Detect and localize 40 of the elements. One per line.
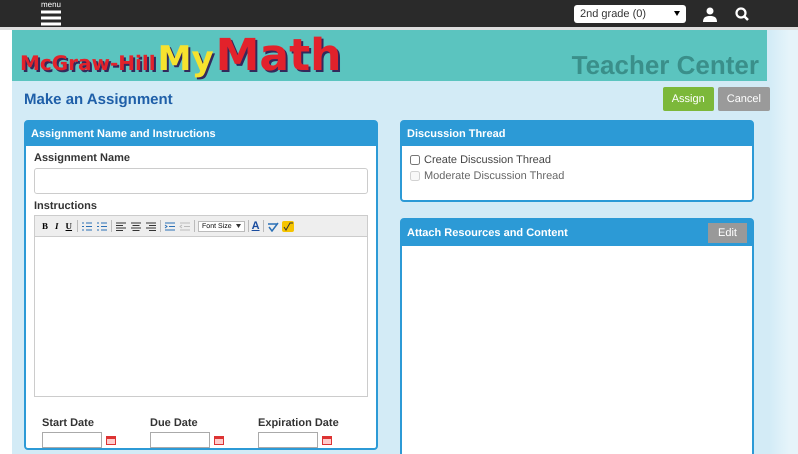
logo-text: Math [216, 30, 342, 81]
search-icon[interactable] [734, 6, 750, 22]
date-input[interactable] [258, 432, 318, 448]
align-center-icon[interactable] [130, 220, 142, 232]
panel-title: Discussion Thread [407, 128, 506, 140]
caret-icon [236, 224, 241, 228]
logo-text: McGraw-Hill [20, 51, 156, 75]
panel-title: Attach Resources and Content [407, 227, 568, 239]
user-icon[interactable] [702, 6, 718, 22]
bullets-icon[interactable] [81, 220, 94, 232]
calendar-icon[interactable] [322, 436, 332, 444]
field-label: Instructions [34, 200, 98, 212]
grade-select[interactable]: 2nd grade (0) [574, 4, 686, 22]
numbers-icon[interactable] [96, 220, 108, 232]
align-right-icon[interactable] [145, 220, 158, 232]
panel-title: Assignment Name and Instructions [31, 128, 216, 140]
assignment-name-input[interactable] [34, 168, 368, 194]
spell-check-icon[interactable] [266, 220, 279, 232]
text-color-button[interactable]: A [252, 220, 260, 232]
page-title: Make an Assignment [24, 90, 173, 108]
calendar-icon[interactable] [214, 436, 224, 444]
format-button[interactable]: U [64, 221, 74, 231]
field-label: Assignment Name [34, 152, 131, 164]
date-label: Start Date [42, 417, 95, 429]
date-input[interactable] [42, 432, 102, 448]
menu-icon[interactable] [40, 9, 62, 27]
square-root-icon[interactable] [282, 220, 294, 232]
logo-text: My [158, 39, 214, 79]
date-label: Expiration Date [258, 417, 339, 429]
menu-label[interactable]: menu [40, 0, 61, 9]
format-button[interactable]: I [53, 221, 61, 231]
date-label: Due Date [150, 417, 199, 429]
indent-icon[interactable] [164, 220, 176, 232]
calendar-icon[interactable] [106, 436, 116, 444]
checkbox[interactable] [410, 155, 420, 165]
date-input[interactable] [150, 432, 210, 448]
dropdown-caret-icon [674, 11, 680, 16]
format-button[interactable]: B [40, 221, 50, 231]
checkbox-option[interactable]: Create Discussion Thread [410, 154, 744, 166]
align-left-icon[interactable] [115, 220, 128, 232]
